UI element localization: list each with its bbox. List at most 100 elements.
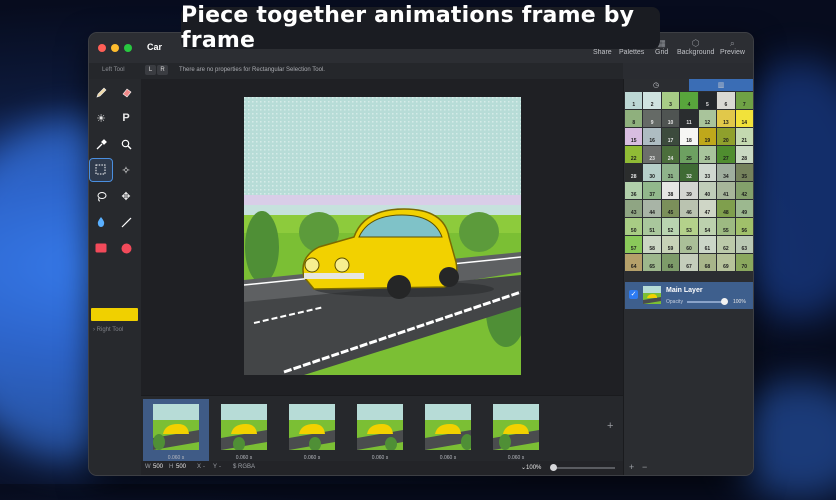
right-tool-button[interactable]: R bbox=[157, 65, 168, 75]
palette-swatch[interactable]: 64 bbox=[625, 254, 643, 271]
color-format-select[interactable]: $ RGBA bbox=[233, 464, 255, 470]
pixel-art-canvas[interactable] bbox=[244, 97, 521, 375]
palette-swatch[interactable]: 67 bbox=[680, 254, 698, 271]
palette-swatch[interactable]: 49 bbox=[735, 200, 753, 217]
zoom-slider[interactable] bbox=[553, 467, 615, 469]
palette-swatch[interactable]: 55 bbox=[717, 218, 735, 235]
fill-tool[interactable] bbox=[90, 211, 112, 233]
zoom-select[interactable]: ⌄100% bbox=[521, 464, 541, 471]
width-value[interactable]: 500 bbox=[153, 464, 163, 470]
palette-swatch[interactable]: 23 bbox=[643, 146, 661, 163]
add-frame-button[interactable]: + bbox=[607, 420, 613, 432]
palette-swatch[interactable]: 38 bbox=[661, 182, 680, 199]
frame-thumbnail[interactable]: 0.060 s bbox=[415, 399, 481, 463]
palette-swatch[interactable]: 26 bbox=[698, 146, 717, 163]
palette-swatch[interactable]: 54 bbox=[698, 218, 717, 235]
opacity-slider-knob[interactable] bbox=[721, 298, 728, 305]
palette-swatch[interactable]: 51 bbox=[643, 218, 661, 235]
palette-swatch[interactable]: 22 bbox=[625, 146, 643, 163]
palette-swatch[interactable]: 35 bbox=[735, 164, 753, 181]
height-value[interactable]: 500 bbox=[176, 464, 186, 470]
close-window-button[interactable] bbox=[98, 44, 106, 52]
palette-swatch[interactable]: 13 bbox=[717, 110, 735, 127]
tab-palette[interactable]: ▥ bbox=[689, 79, 753, 91]
layer-visibility-checkbox[interactable]: ✓ bbox=[629, 290, 638, 299]
palette-swatch[interactable]: 65 bbox=[643, 254, 661, 271]
palette-swatch[interactable]: 61 bbox=[698, 236, 717, 253]
circle-tool[interactable] bbox=[115, 237, 137, 259]
palette-swatch[interactable]: 12 bbox=[698, 110, 717, 127]
palette-swatch[interactable]: 2 bbox=[643, 92, 661, 109]
palette-swatch[interactable]: 36 bbox=[625, 182, 643, 199]
palette-swatch[interactable]: 3 bbox=[661, 92, 680, 109]
palette-swatch[interactable]: 59 bbox=[661, 236, 680, 253]
remove-layer-button[interactable]: − bbox=[642, 462, 647, 472]
pixel-tool[interactable]: P bbox=[115, 107, 137, 129]
palette-swatch[interactable]: 44 bbox=[643, 200, 661, 217]
zoom-tool[interactable] bbox=[115, 133, 137, 155]
palette-swatch[interactable]: 6 bbox=[717, 92, 735, 109]
palette-swatch[interactable]: 15 bbox=[625, 128, 643, 145]
palette-swatch[interactable]: 34 bbox=[717, 164, 735, 181]
palette-swatch[interactable]: 18 bbox=[680, 128, 698, 145]
current-color-swatch[interactable] bbox=[91, 308, 138, 321]
palette-swatch[interactable]: 17 bbox=[661, 128, 680, 145]
lasso-tool[interactable] bbox=[90, 185, 112, 207]
eyedropper-tool[interactable] bbox=[90, 133, 112, 155]
palette-swatch[interactable]: 8 bbox=[625, 110, 643, 127]
palette-swatch[interactable]: 27 bbox=[717, 146, 735, 163]
palette-swatch[interactable]: 63 bbox=[735, 236, 753, 253]
palette-swatch[interactable]: 10 bbox=[661, 110, 680, 127]
palette-swatch[interactable]: 53 bbox=[680, 218, 698, 235]
add-layer-button[interactable]: + bbox=[629, 462, 634, 472]
palette-swatch[interactable]: 30 bbox=[643, 164, 661, 181]
preview-button[interactable]: ⌕ Preview bbox=[720, 38, 745, 56]
left-tool-button[interactable]: L bbox=[145, 65, 156, 75]
palette-swatch[interactable]: 37 bbox=[643, 182, 661, 199]
minimize-window-button[interactable] bbox=[111, 44, 119, 52]
pencil-tool[interactable] bbox=[90, 81, 112, 103]
frame-thumbnail[interactable]: 0.060 s bbox=[483, 399, 549, 463]
palette-swatch[interactable]: 58 bbox=[643, 236, 661, 253]
rectangle-tool[interactable] bbox=[90, 237, 112, 259]
frame-thumbnail[interactable]: 0.060 s bbox=[347, 399, 413, 463]
palette-swatch[interactable]: 21 bbox=[735, 128, 753, 145]
palette-swatch[interactable]: 47 bbox=[698, 200, 717, 217]
palette-swatch[interactable]: 19 bbox=[698, 128, 717, 145]
right-tool-label[interactable]: › Right Tool bbox=[93, 327, 123, 333]
zoom-slider-knob[interactable] bbox=[550, 464, 557, 471]
palette-swatch[interactable]: 40 bbox=[698, 182, 717, 199]
palette-swatch[interactable]: 25 bbox=[680, 146, 698, 163]
eraser-tool[interactable] bbox=[115, 81, 137, 103]
palette-swatch[interactable]: 31 bbox=[661, 164, 680, 181]
layer-row[interactable]: ✓ Main Layer Opacity 100% bbox=[625, 282, 753, 309]
palette-swatch[interactable]: 69 bbox=[717, 254, 735, 271]
palette-swatch[interactable]: 33 bbox=[698, 164, 717, 181]
zoom-window-button[interactable] bbox=[124, 44, 132, 52]
palette-swatch[interactable]: 28 bbox=[625, 164, 643, 181]
tab-history[interactable]: ◷ bbox=[624, 79, 688, 91]
palette-swatch[interactable]: 45 bbox=[661, 200, 680, 217]
rectangular-selection-tool[interactable] bbox=[89, 158, 113, 182]
palette-swatch[interactable]: 4 bbox=[680, 92, 698, 109]
palette-swatch[interactable]: 62 bbox=[717, 236, 735, 253]
palette-swatch[interactable]: 11 bbox=[680, 110, 698, 127]
palette-swatch[interactable]: 57 bbox=[625, 236, 643, 253]
brightness-tool[interactable]: ☀ bbox=[90, 107, 112, 129]
palette-swatch[interactable]: 9 bbox=[643, 110, 661, 127]
palette-swatch[interactable]: 56 bbox=[735, 218, 753, 235]
move-tool[interactable]: ✥ bbox=[115, 185, 137, 207]
palette-swatch[interactable]: 50 bbox=[625, 218, 643, 235]
frame-thumbnail[interactable]: 0.060 s bbox=[143, 399, 209, 463]
line-tool[interactable] bbox=[115, 211, 137, 233]
palette-swatch[interactable]: 39 bbox=[680, 182, 698, 199]
palette-swatch[interactable]: 43 bbox=[625, 200, 643, 217]
background-button[interactable]: ⬡ Background bbox=[677, 38, 714, 56]
palette-swatch[interactable]: 28 bbox=[735, 146, 753, 163]
frame-thumbnail[interactable]: 0.060 s bbox=[279, 399, 345, 463]
palette-swatch[interactable]: 5 bbox=[698, 92, 717, 109]
palette-swatch[interactable]: 52 bbox=[661, 218, 680, 235]
palette-swatch[interactable]: 48 bbox=[717, 200, 735, 217]
palette-swatch[interactable]: 60 bbox=[680, 236, 698, 253]
palette-swatch[interactable]: 32 bbox=[680, 164, 698, 181]
